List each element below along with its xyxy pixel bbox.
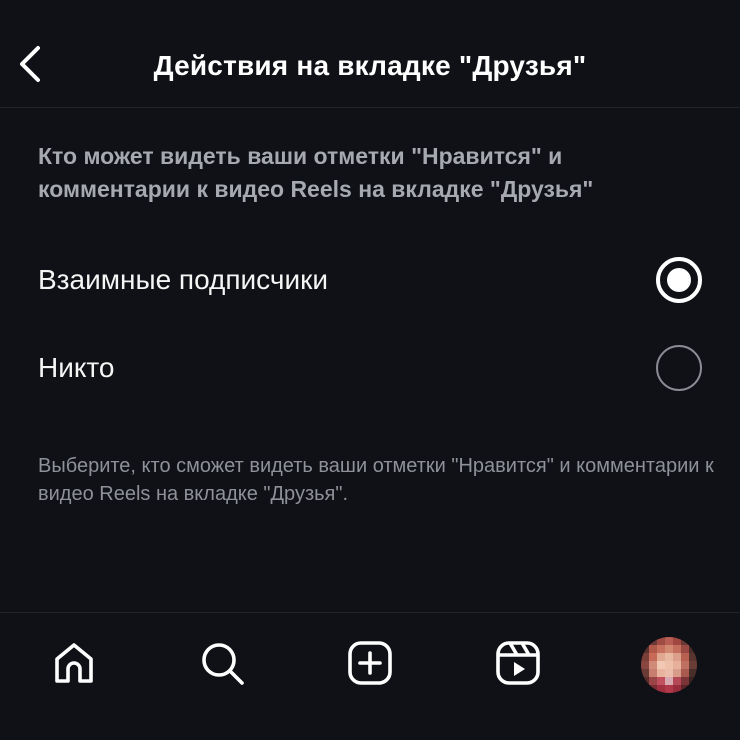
reels-icon bbox=[494, 639, 542, 692]
nav-home[interactable] bbox=[46, 637, 102, 693]
section-heading: Кто может видеть ваши отметки "Нравится"… bbox=[38, 143, 594, 202]
nav-reels[interactable] bbox=[490, 637, 546, 693]
create-post-icon bbox=[346, 639, 394, 692]
page-title: Действия на вкладке "Друзья" bbox=[153, 50, 587, 81]
footnote-text: Выберите, кто сможет видеть ваши отметки… bbox=[38, 455, 714, 505]
home-icon bbox=[50, 639, 98, 692]
bottom-nav bbox=[0, 612, 740, 740]
profile-avatar[interactable] bbox=[641, 637, 697, 693]
nav-search[interactable] bbox=[194, 637, 250, 693]
header: Действия на вкладке "Друзья" bbox=[0, 0, 740, 108]
option-nobody[interactable]: Никто bbox=[0, 332, 740, 402]
radio-selected[interactable] bbox=[656, 257, 702, 303]
option-label: Взаимные подписчики bbox=[38, 264, 328, 295]
radio-unselected[interactable] bbox=[656, 345, 702, 391]
search-icon bbox=[198, 639, 246, 692]
option-mutual-followers[interactable]: Взаимные подписчики bbox=[0, 244, 740, 314]
nav-create[interactable] bbox=[342, 637, 398, 693]
option-label: Никто bbox=[38, 352, 115, 383]
friends-tab-activity-screen: Действия на вкладке "Друзья" Кто может в… bbox=[0, 0, 740, 740]
